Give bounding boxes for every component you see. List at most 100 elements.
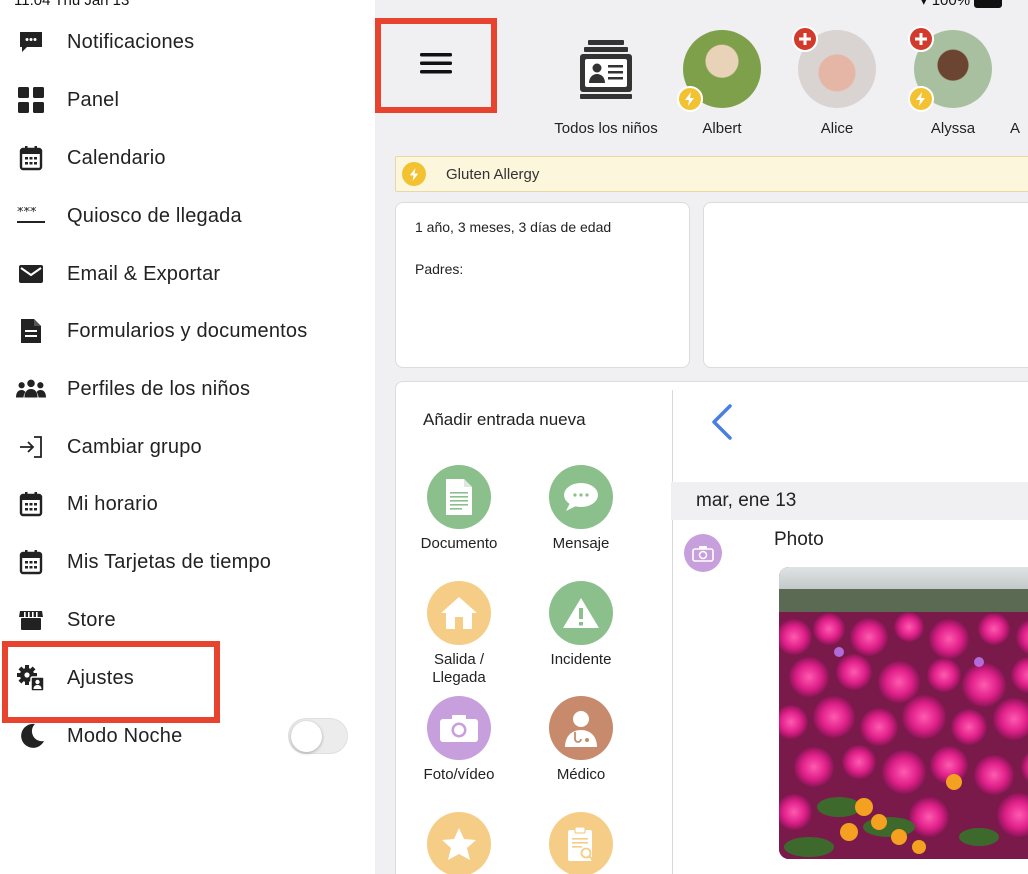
camera-icon: [427, 696, 491, 760]
sidebar-item-label: Store: [67, 608, 116, 631]
avatar: [908, 26, 992, 112]
roster-icon: [567, 30, 645, 108]
all-children-chip[interactable]: Todos los niños: [550, 30, 662, 137]
medical-cross-icon: [792, 26, 818, 52]
calendar-icon: [16, 143, 46, 173]
flower-photo[interactable]: [779, 567, 1028, 859]
sidebar-item-calendario[interactable]: Calendario: [0, 133, 375, 183]
child-age: 1 año, 3 meses, 3 días de edad: [415, 219, 612, 235]
entry-star-button[interactable]: [399, 812, 519, 874]
entry-label: Médico: [556, 766, 606, 783]
notes-card: [703, 202, 1028, 368]
sidebar-item-label: Notificaciones: [67, 30, 195, 53]
main-area: ▾ 100% Todos los niños Albert Alice Alys…: [375, 0, 1028, 874]
battery-percent: 100%: [931, 0, 971, 9]
entry-label: Mensaje: [552, 535, 610, 552]
sidebar-item-label: Calendario: [67, 146, 166, 169]
calendar-icon: [16, 547, 46, 577]
message-icon: [549, 465, 613, 529]
allergy-text: Gluten Allergy: [446, 165, 540, 183]
avatar: [677, 30, 761, 112]
entries-panel: Añadir entrada nueva Documento Mensaje S…: [395, 381, 1028, 874]
group-icon: [16, 374, 46, 404]
feed-date: mar, ene 13: [696, 490, 797, 511]
sidebar-item-tarjetas-tiempo[interactable]: Mis Tarjetas de tiempo: [0, 537, 375, 587]
entry-medico-button[interactable]: Médico: [521, 696, 641, 784]
sidebar: 11:04 Thu Jan 13 Notificaciones Panel Ca…: [0, 0, 375, 874]
entry-report-button[interactable]: [521, 812, 641, 874]
house-icon: [427, 581, 491, 645]
child-name: Todos los niños: [554, 120, 658, 137]
sidebar-item-quiosco[interactable]: *** Quiosco de llegada: [0, 191, 375, 241]
warning-icon: [549, 581, 613, 645]
child-chip-next[interactable]: A: [1010, 30, 1028, 137]
sidebar-item-store[interactable]: Store: [0, 595, 375, 645]
star-icon: [427, 812, 491, 874]
allergy-banner: Gluten Allergy: [395, 156, 1028, 192]
back-chevron-icon[interactable]: [708, 402, 736, 447]
document-icon: [16, 316, 46, 346]
entry-label: Documento: [420, 535, 498, 552]
sidebar-item-label: Perfiles de los niños: [67, 377, 251, 400]
calendar-icon: [16, 489, 46, 519]
entry-label: Incidente: [550, 651, 612, 668]
clipboard-search-icon: [549, 812, 613, 874]
sidebar-item-label: Quiosco de llegada: [67, 204, 242, 227]
child-name: Alyssa: [930, 120, 976, 137]
svg-text:***: ***: [17, 207, 37, 220]
entry-incidente-button[interactable]: Incidente: [521, 581, 641, 669]
dashboard-grid-icon: [16, 85, 46, 115]
camera-icon: [684, 534, 722, 572]
sidebar-item-panel[interactable]: Panel: [0, 75, 375, 125]
sidebar-item-formularios[interactable]: Formularios y documentos: [0, 306, 375, 356]
allergy-bolt-icon: [402, 162, 426, 186]
sidebar-item-label: Mis Tarjetas de tiempo: [67, 550, 272, 573]
sidebar-item-label: Panel: [67, 88, 120, 111]
night-mode-toggle[interactable]: [288, 718, 348, 754]
avatar: [792, 26, 876, 108]
sidebar-item-label: Cambiar grupo: [67, 435, 202, 458]
battery-icon: [974, 0, 1003, 8]
entry-foto-video-button[interactable]: Foto/vídeo: [399, 696, 519, 784]
status-time: 11:04 Thu Jan 13: [14, 0, 130, 9]
entry-salida-llegada-button[interactable]: Salida / Llegada: [399, 581, 519, 687]
feed-date-header: mar, ene 13: [671, 482, 1028, 520]
sidebar-item-notificaciones[interactable]: Notificaciones: [0, 17, 375, 67]
sidebar-item-label: Modo Noche: [67, 724, 183, 747]
add-entry-title: Añadir entrada nueva: [423, 410, 586, 429]
child-chip-albert[interactable]: Albert: [677, 30, 767, 137]
child-name: Alice: [820, 120, 854, 137]
chat-bubble-icon: [16, 27, 46, 57]
sidebar-item-label: Formularios y documentos: [67, 319, 308, 342]
store-icon: [16, 605, 46, 635]
entry-label: Salida / Llegada: [432, 651, 486, 686]
menu-button[interactable]: [375, 18, 497, 113]
document-icon: [427, 465, 491, 529]
parents-label: Padres:: [415, 261, 464, 277]
sidebar-item-label: Mi horario: [67, 492, 158, 515]
moon-icon: [16, 721, 46, 751]
entry-documento-button[interactable]: Documento: [399, 465, 519, 553]
doctor-icon: [549, 696, 613, 760]
pin-dots-icon: ***: [16, 201, 46, 231]
battery-status: ▾ 100%: [920, 0, 1003, 9]
child-chip-alyssa[interactable]: Alyssa: [908, 26, 998, 137]
switch-group-icon: [16, 432, 46, 462]
sidebar-item-email-exportar[interactable]: Email & Exportar: [0, 249, 375, 299]
sidebar-item-mi-horario[interactable]: Mi horario: [0, 479, 375, 529]
medical-cross-icon: [908, 26, 934, 52]
sidebar-item-cambiar-grupo[interactable]: Cambiar grupo: [0, 422, 375, 472]
panel-divider: [672, 390, 673, 874]
envelope-icon: [16, 259, 46, 289]
feed-entry-title: Photo: [774, 529, 824, 550]
sidebar-item-label: Email & Exportar: [67, 262, 221, 285]
child-chip-alice[interactable]: Alice: [792, 26, 882, 137]
entry-mensaje-button[interactable]: Mensaje: [521, 465, 641, 553]
toggle-knob: [291, 721, 322, 752]
allergy-bolt-icon: [677, 86, 703, 112]
entry-label: Foto/vídeo: [423, 766, 495, 783]
wifi-icon: ▾: [920, 0, 928, 9]
sidebar-item-perfiles[interactable]: Perfiles de los niños: [0, 364, 375, 414]
hamburger-icon: [420, 51, 452, 80]
child-info-card: 1 año, 3 meses, 3 días de edad Padres:: [395, 202, 690, 368]
